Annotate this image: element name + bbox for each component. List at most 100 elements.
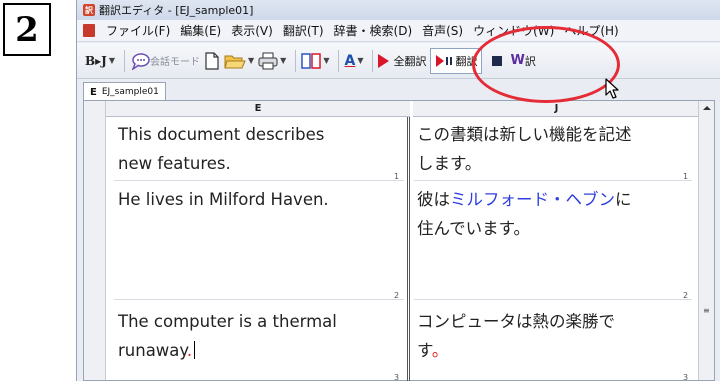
layout-button[interactable]: ▼ — [301, 48, 329, 74]
open-folder-icon — [224, 55, 246, 68]
font-button[interactable]: A ▼ — [344, 48, 363, 74]
target-line: コンピュータは熱の楽勝で — [417, 312, 615, 331]
segment-separator — [414, 299, 692, 300]
segment-number: 3 — [683, 373, 689, 381]
target-line: 住んでいます。 — [417, 219, 531, 238]
scroll-grip-icon[interactable]: ≡ — [703, 306, 710, 315]
chevron-down-icon: ▼ — [248, 56, 255, 65]
chevron-down-icon: ▼ — [108, 56, 115, 65]
source-line: new features. — [118, 154, 231, 173]
app-icon: 訳 — [83, 4, 95, 16]
target-punctuation: 。 — [431, 341, 449, 360]
conversation-mode-label: 会話モード — [150, 57, 200, 68]
segment-number: 1 — [394, 172, 400, 181]
target-text: 彼は — [417, 190, 450, 209]
dictionary-button[interactable]: W 訳 — [510, 48, 535, 74]
menu-help[interactable]: ヘルプ(H) — [559, 21, 623, 41]
step-number: 2 — [15, 9, 39, 50]
chevron-down-icon: ▼ — [280, 56, 287, 65]
target-line: します。 — [417, 154, 482, 173]
step-number-box: 2 — [3, 3, 51, 56]
dictionary-label-fragment: 訳 — [524, 54, 536, 68]
target-segment-2[interactable]: 彼はミルフォード・ヘブンに 住んでいます。 — [417, 185, 697, 243]
translation-editor: E J This document describes new features… — [83, 100, 715, 381]
target-line: この書類は新しい機能を記述 — [417, 125, 632, 144]
open-folder-button[interactable]: ▼ — [224, 48, 254, 74]
toolbar-divider — [338, 49, 340, 72]
source-line: The computer is a thermal — [118, 312, 337, 331]
menu-file[interactable]: ファイル(F) — [101, 21, 175, 41]
translation-editor-window: 訳 翻訳エディタ - [EJ_sample01] ファイル(F) 編集(E) 表… — [76, 0, 720, 381]
window-title: 翻訳エディタ - [EJ_sample01] — [99, 4, 254, 17]
menu-translate[interactable]: 翻訳(T) — [278, 21, 329, 41]
toolbar-divider — [124, 49, 125, 72]
printer-icon — [258, 52, 278, 69]
target-column-label: J — [554, 103, 559, 114]
source-punctuation: . — [186, 341, 193, 360]
source-line: This document describes — [118, 125, 325, 144]
chevron-down-icon: ▼ — [357, 56, 364, 65]
title-bar: 訳 翻訳エディタ - [EJ_sample01] — [77, 0, 720, 20]
target-line: す。 — [417, 336, 697, 365]
text-caret — [194, 341, 196, 359]
new-document-button[interactable] — [204, 48, 220, 74]
font-style-icon: A — [344, 52, 356, 69]
menu-audio[interactable]: 音声(S) — [417, 21, 468, 41]
target-segment-1[interactable]: この書類は新しい機能を記述 します。 — [417, 120, 697, 178]
toolbar-divider — [295, 49, 297, 72]
stop-button[interactable] — [492, 48, 503, 74]
source-segment-2[interactable]: He lives in Milford Haven. — [118, 185, 403, 214]
document-icon[interactable] — [83, 24, 95, 37]
source-segment-3[interactable]: The computer is a thermal runaway. — [118, 307, 403, 365]
source-text: runaway — [118, 341, 187, 360]
toolbar-divider — [372, 49, 374, 72]
segment-number: 2 — [394, 291, 400, 300]
target-line: 彼はミルフォード・ヘブンに — [417, 185, 697, 214]
chevron-down-icon: ▼ — [323, 56, 330, 65]
translate-all-button[interactable]: 全翻訳 — [378, 48, 426, 74]
column-divider[interactable] — [407, 117, 410, 381]
source-segment-1[interactable]: This document describes new features. — [118, 120, 403, 178]
column-layout-icon — [301, 52, 322, 69]
target-column-header: J — [413, 101, 700, 117]
conversation-mode-button[interactable]: 会話モード — [130, 48, 200, 74]
source-line: He lives in Milford Haven. — [118, 190, 329, 209]
menu-window[interactable]: ウィンドウ(W) — [468, 21, 559, 41]
segment-separator — [414, 180, 692, 181]
segment-number: 3 — [394, 373, 400, 381]
scroll-up-icon[interactable] — [703, 106, 711, 110]
tab-label: EJ_sample01 — [101, 87, 159, 97]
menu-dictionary-search[interactable]: 辞書・検索(D) — [329, 21, 418, 41]
vertical-scrollbar[interactable]: ≡ — [698, 101, 714, 380]
translate-button[interactable]: 翻訳 — [430, 47, 483, 74]
tab-mark: E — [90, 86, 97, 98]
direction-button[interactable]: B▸J ▼ — [85, 48, 115, 74]
segment-separator — [114, 180, 404, 181]
target-text: す — [417, 341, 432, 360]
direction-label: B▸J — [85, 53, 107, 68]
speech-bubble-icon — [131, 52, 150, 70]
print-button[interactable]: ▼ — [258, 48, 286, 74]
new-document-icon — [205, 51, 219, 70]
stop-square-icon — [492, 55, 503, 66]
source-column-header: E — [106, 101, 410, 117]
toolbar: B▸J ▼ 会話モード ▼ ▼ ▼ A ▼ 全翻訳 翻訳 W 訳 — [77, 43, 720, 79]
word-icon: W — [510, 53, 525, 68]
editor-gutter — [84, 101, 106, 380]
document-tab-strip: E EJ_sample01 — [83, 81, 166, 101]
menu-view[interactable]: 表示(V) — [226, 21, 278, 41]
translate-partial-icon — [436, 54, 453, 67]
play-icon — [378, 53, 390, 68]
segment-number: 1 — [683, 172, 689, 181]
proper-noun-link[interactable]: ミルフォード・ヘブン — [450, 190, 615, 209]
translate-all-label: 全翻訳 — [393, 54, 427, 68]
target-text: に — [615, 190, 632, 209]
document-tab[interactable]: E EJ_sample01 — [83, 82, 166, 101]
segment-number: 2 — [683, 291, 689, 300]
source-column-label: E — [254, 103, 262, 114]
source-line: runaway. — [118, 336, 403, 365]
target-segment-3[interactable]: コンピュータは熱の楽勝で す。 — [417, 307, 697, 365]
translate-label: 翻訳 — [455, 54, 478, 68]
menu-edit[interactable]: 編集(E) — [175, 21, 226, 41]
mouse-pointer-icon — [605, 78, 619, 99]
